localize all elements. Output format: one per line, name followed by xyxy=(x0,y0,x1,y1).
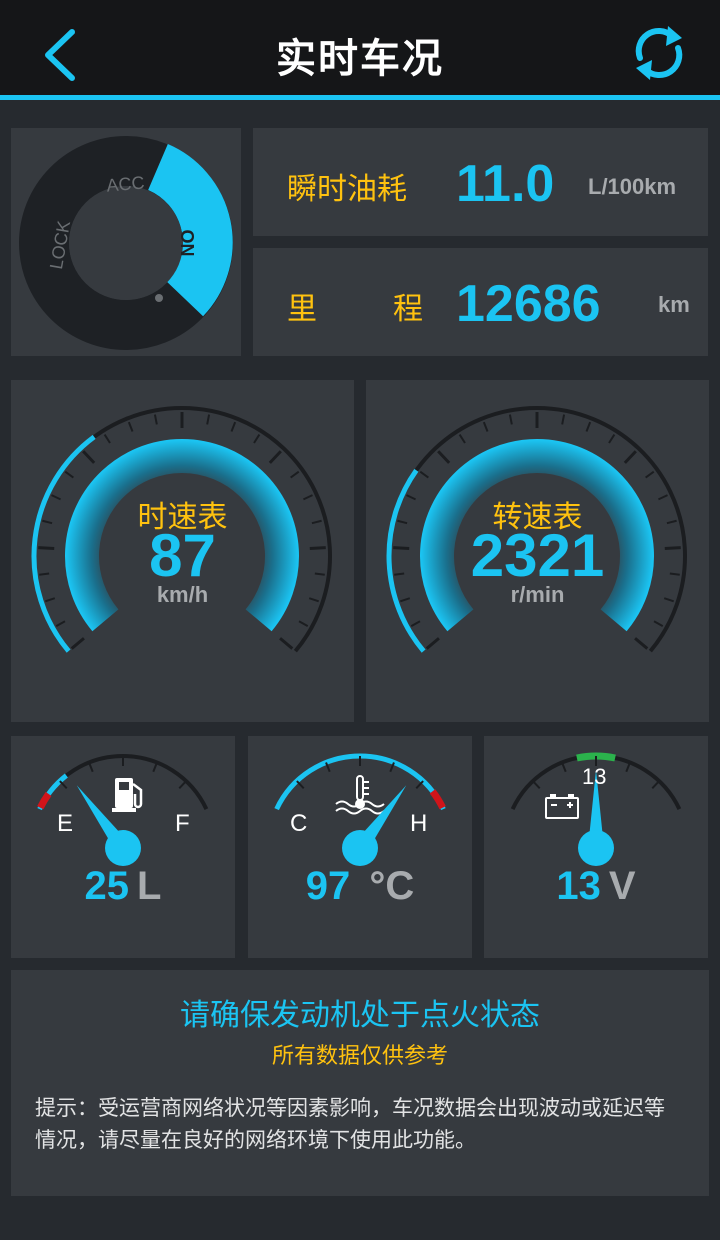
speedometer-tick xyxy=(70,637,85,650)
tachometer-tick xyxy=(458,434,466,444)
ignition-panel: ACC LOCK ON xyxy=(11,128,241,356)
tachometer-tick xyxy=(508,414,513,425)
tachometer-tick xyxy=(425,637,440,650)
speedometer-tick xyxy=(64,470,74,479)
speedometer-tick xyxy=(290,470,300,479)
coolant-temp-panel: C H 97 °C xyxy=(248,736,472,958)
coolant-zone-0 xyxy=(429,789,446,810)
battery-icon xyxy=(545,794,579,819)
speedometer-tick xyxy=(230,421,237,432)
fuel-consumption-panel: 瞬时油耗 11.0 L/100km xyxy=(253,128,708,236)
fuel-tank-tick xyxy=(88,762,94,773)
speedometer-tick xyxy=(298,620,309,628)
fuel-tank-tick xyxy=(152,762,158,773)
fuel-consumption-unit: L/100km xyxy=(588,174,677,199)
ignition-label-on: ON xyxy=(177,230,197,257)
fuel-tank-tick xyxy=(59,780,68,790)
refresh-button[interactable] xyxy=(628,22,690,84)
header-bar: 实时车况 xyxy=(0,0,720,100)
tachometer-tick xyxy=(653,620,664,628)
coolant-tick xyxy=(415,780,424,790)
fuel-tank-tick xyxy=(178,780,187,790)
fuel-pump-icon xyxy=(112,778,143,812)
data-disclaimer: 所有数据仅供参考 xyxy=(271,1044,448,1069)
speedometer-tick xyxy=(268,450,282,464)
refresh-icon xyxy=(635,26,683,80)
fuel-full-label: F xyxy=(175,810,190,837)
coolant-value: 97 xyxy=(305,864,362,908)
tachometer-tick xyxy=(561,414,566,425)
coolant-readout: 97 °C xyxy=(248,864,472,909)
coolant-cold-label: C xyxy=(290,810,308,837)
tachometer-tick xyxy=(585,421,592,432)
speedometer-tick xyxy=(253,434,261,444)
speedometer-panel: 时速表 87 km/h xyxy=(11,380,354,722)
battery-voltage-panel: 13 13 V xyxy=(484,736,708,958)
battery-tick xyxy=(651,780,660,790)
tachometer-tick xyxy=(410,620,421,628)
tachometer-tick xyxy=(482,421,489,432)
tachometer-tick xyxy=(634,637,649,650)
odometer-label-left: 里 xyxy=(287,292,317,327)
tachometer-panel: 转速表 2321 r/min xyxy=(366,380,709,722)
coolant-tick xyxy=(296,780,305,790)
fuel-empty-label: E xyxy=(57,810,74,837)
fuel-consumption-label: 瞬时油耗 xyxy=(287,172,407,207)
fuel-tank-gauge xyxy=(37,754,209,866)
fuel-tank-value: 25 xyxy=(84,864,130,908)
fuel-tank-panel: E F 25 L xyxy=(11,736,235,958)
fuel-tank-zone-0 xyxy=(37,791,52,810)
speedometer-tick xyxy=(127,421,134,432)
ignition-notice: 请确保发动机处于点火状态 xyxy=(180,998,540,1033)
coolant-temp-gauge xyxy=(274,753,446,866)
page-title: 实时车况 xyxy=(276,36,444,82)
ignition-label-acc: ACC xyxy=(106,172,146,195)
coolant-needle-hub xyxy=(342,830,378,866)
speedometer-value: 87 xyxy=(149,522,216,589)
notice-panel: 请确保发动机处于点火状态 所有数据仅供参考 提示：受运营商网络状况等因素影响，车… xyxy=(11,970,709,1196)
tachometer-unit: r/min xyxy=(510,582,565,607)
speedometer-tick xyxy=(55,620,66,628)
speedometer-tick xyxy=(82,450,96,464)
speedometer-tick xyxy=(279,637,294,650)
speedometer-tick xyxy=(206,414,211,425)
battery-value: 13 xyxy=(556,864,601,908)
battery-readout: 13 V xyxy=(484,864,708,909)
odometer-value: 12686 xyxy=(456,275,601,333)
odometer-label-right: 程 xyxy=(393,292,423,327)
battery-tick xyxy=(625,762,631,773)
coolant-unit: °C xyxy=(369,864,415,908)
battery-needle-hub xyxy=(578,830,614,866)
fuel-tank-unit: L xyxy=(137,864,162,908)
coolant-temperature-icon xyxy=(335,775,385,815)
odometer-unit: km xyxy=(658,292,690,317)
coolant-hot-label: H xyxy=(410,810,428,837)
fuel-tank-needle-hub xyxy=(105,830,141,866)
battery-tick xyxy=(561,762,567,773)
fuel-consumption-value: 11.0 xyxy=(456,155,555,213)
tachometer-tick xyxy=(437,450,451,464)
speedometer-tick xyxy=(153,414,158,425)
battery-tick xyxy=(532,780,541,790)
tachometer-tick xyxy=(645,470,655,479)
fuel-tank-readout: 25 L xyxy=(11,864,235,909)
tachometer-value: 2321 xyxy=(470,522,605,589)
network-tip: 提示：受运营商网络状况等因素影响，车况数据会出现波动或延迟等情况，请尽量在良好的… xyxy=(35,1096,665,1152)
battery-marker-label: 13 xyxy=(582,764,607,789)
tachometer-tick xyxy=(623,450,637,464)
speedometer-unit: km/h xyxy=(156,582,209,607)
tachometer-tick xyxy=(608,434,616,444)
battery-unit: V xyxy=(608,864,636,908)
odometer-panel: 里 程 12686 km xyxy=(253,248,708,356)
ignition-switch-dial: ACC LOCK ON xyxy=(19,136,233,350)
speedometer-tick xyxy=(103,434,111,444)
tachometer-tick xyxy=(419,470,429,479)
